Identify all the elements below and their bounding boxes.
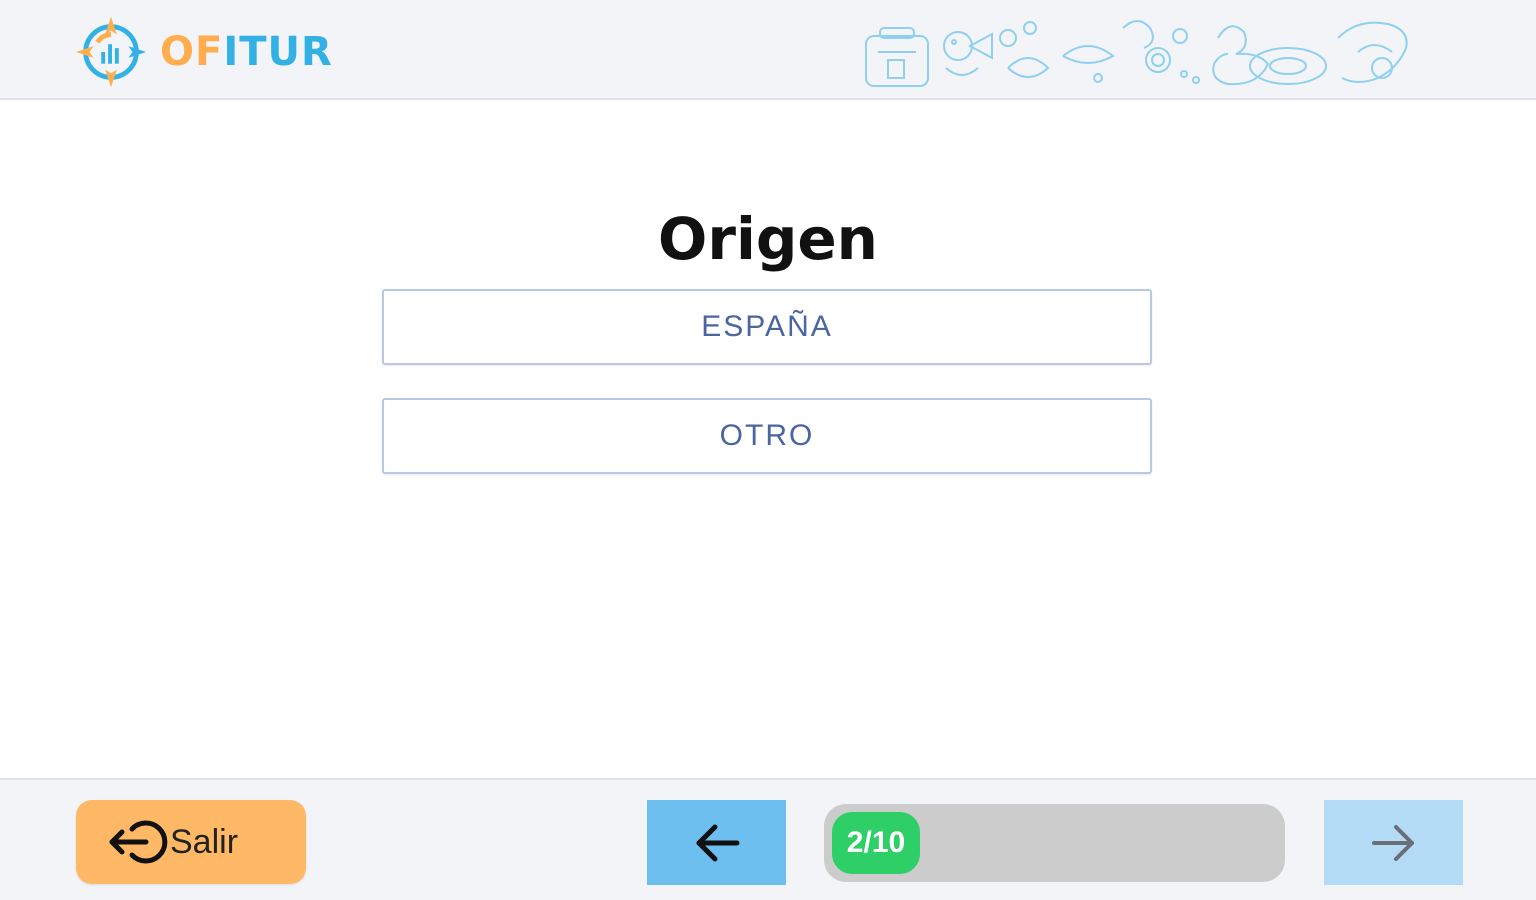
logo-wordmark: OFITUR (160, 29, 333, 75)
travel-doodles-illustration (865, 20, 1408, 87)
question-title: Origen (658, 205, 878, 273)
option-label: OTRO (719, 419, 815, 452)
logo-compass-icon (75, 16, 147, 88)
option-label: ESPAÑA (701, 310, 833, 343)
exit-button-label: Salir (170, 822, 239, 861)
exit-button[interactable]: Salir (76, 800, 306, 884)
arrow-right-icon (1371, 824, 1414, 861)
progress-indicator: 2/10 (832, 812, 920, 874)
progress-bar: 2/10 (824, 804, 1285, 882)
header: OFITUR (0, 0, 1536, 100)
ofitur-logo: OFITUR (72, 14, 333, 90)
arrow-left-icon (696, 824, 739, 861)
logout-icon (109, 820, 168, 864)
back-button[interactable] (647, 800, 786, 885)
next-button[interactable] (1324, 800, 1463, 885)
progress-label: 2/10 (846, 826, 906, 859)
option-otro-button[interactable]: OTRO (382, 398, 1152, 474)
main-content: Origen ESPAÑA OTRO (0, 100, 1536, 778)
footer-navigation: Salir 2/10 (0, 778, 1536, 900)
option-espana-button[interactable]: ESPAÑA (382, 289, 1152, 365)
